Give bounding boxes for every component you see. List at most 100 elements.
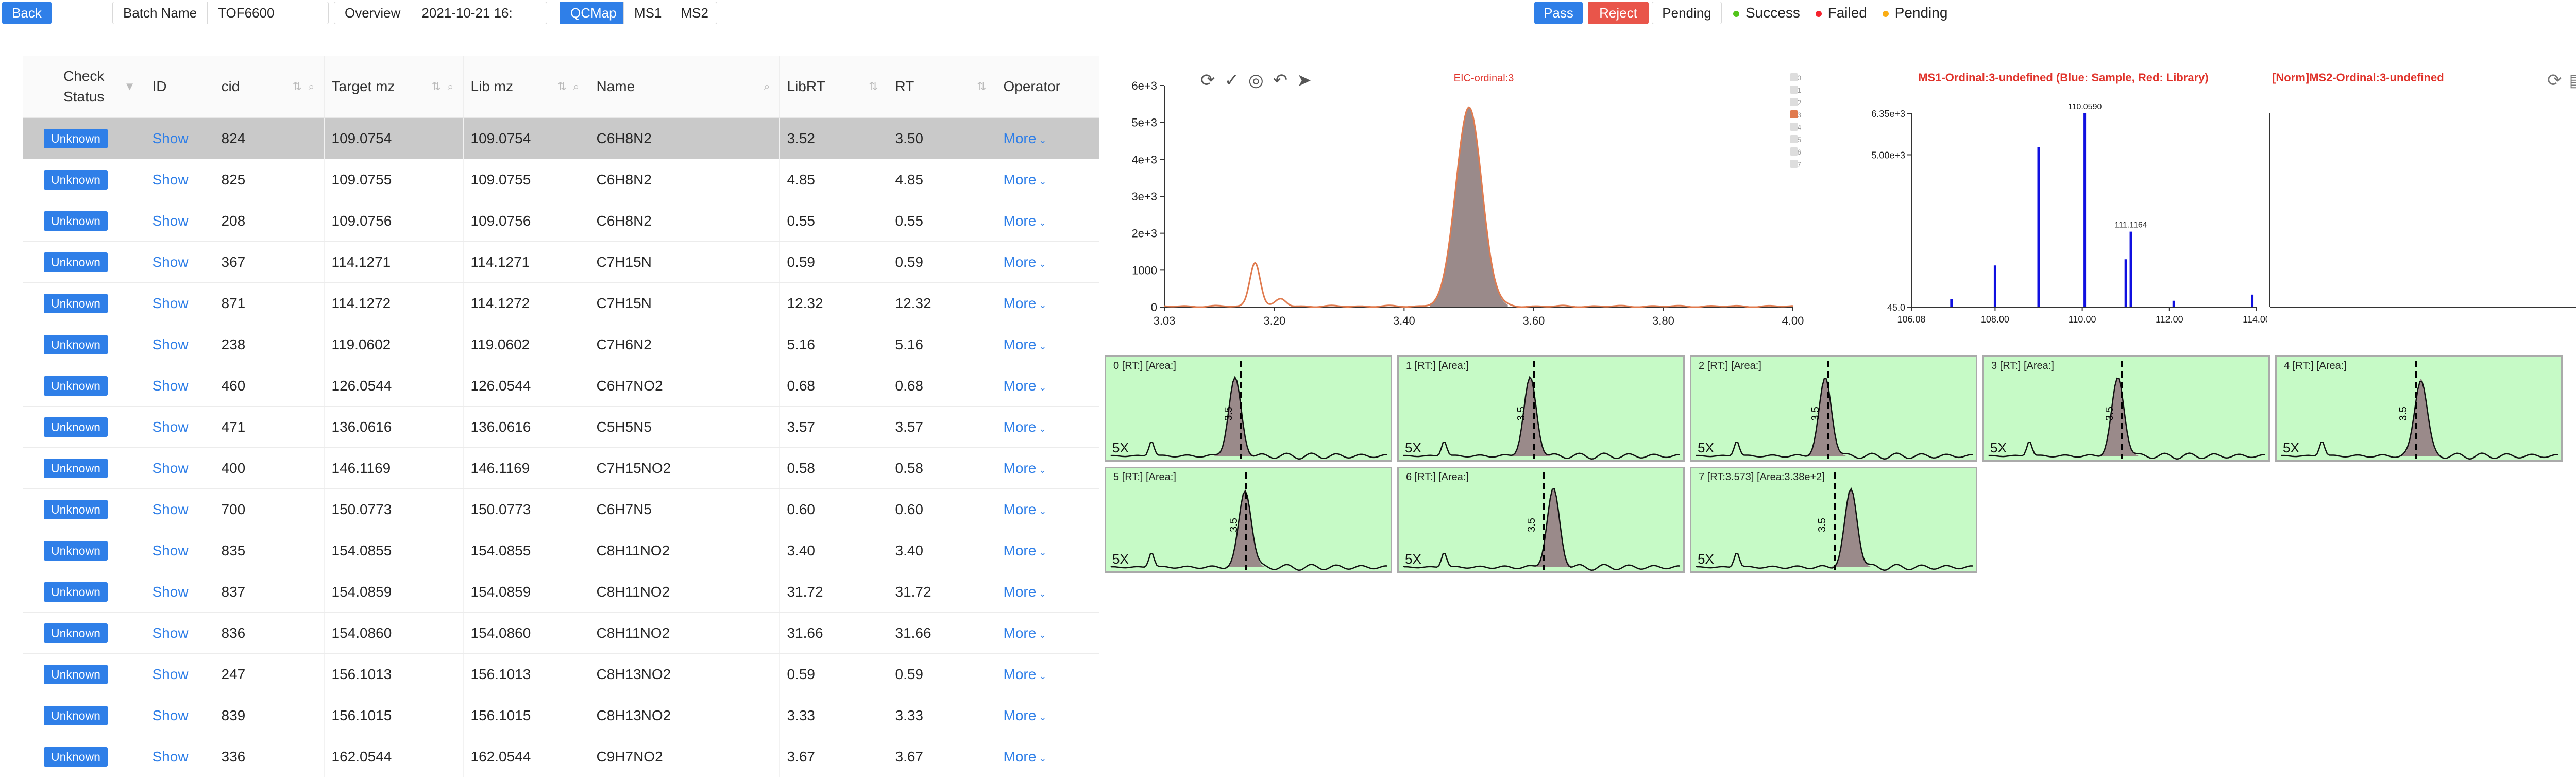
chevron-down-icon[interactable]: ⌄: [1036, 382, 1046, 393]
chevron-down-icon[interactable]: ⌄: [1036, 753, 1046, 764]
chevron-down-icon[interactable]: ⌄: [1036, 341, 1046, 351]
filter-icon[interactable]: ▼: [124, 80, 135, 93]
eic-tile[interactable]: 3.5 0 [RT:] [Area:] 5X: [1105, 355, 1392, 462]
chevron-down-icon[interactable]: ⌄: [1036, 217, 1046, 228]
show-link[interactable]: Show: [152, 707, 189, 723]
status-badge[interactable]: Unknown: [44, 499, 108, 519]
col-target-mz[interactable]: Target mz ⇅ ⌕: [324, 56, 464, 118]
status-badge[interactable]: Unknown: [44, 211, 108, 231]
check-icon[interactable]: ✓: [1225, 71, 1249, 90]
pending-button[interactable]: Pending: [1652, 2, 1722, 24]
table-row[interactable]: Unknown Show 460 126.0544 126.0544 C6H7NO2 0.6…: [23, 365, 1099, 407]
show-link[interactable]: Show: [152, 625, 189, 641]
chevron-down-icon[interactable]: ⌄: [1036, 176, 1046, 187]
eic-tile[interactable]: 3.5 3 [RT:] [Area:] 5X: [1982, 355, 2270, 462]
table-row[interactable]: Unknown Show 700 150.0773 150.0773 C6H7N5 0.60…: [23, 488, 1099, 530]
show-link[interactable]: Show: [152, 295, 189, 311]
status-badge[interactable]: Unknown: [44, 128, 108, 148]
chevron-down-icon[interactable]: ⌄: [1036, 506, 1046, 516]
chevron-down-icon[interactable]: ⌄: [1036, 259, 1046, 269]
send-icon[interactable]: ➤: [1297, 71, 1321, 90]
target-icon[interactable]: ◎: [1248, 71, 1273, 90]
table-row[interactable]: Unknown Show 208 109.0756 109.0756 C6H8N2 0.55…: [23, 200, 1099, 242]
chevron-down-icon[interactable]: ⌄: [1036, 712, 1046, 722]
table-row[interactable]: Unknown Show 825 109.0755 109.0755 C6H8N2 4.85…: [23, 159, 1099, 200]
col-librt[interactable]: LibRT ⇅: [779, 56, 888, 118]
more-link[interactable]: More: [1004, 584, 1037, 600]
chevron-down-icon[interactable]: ⌄: [1036, 630, 1046, 640]
date-select[interactable]: 2021-10-21 16:: [411, 2, 547, 24]
status-badge[interactable]: Unknown: [44, 252, 108, 272]
more-link[interactable]: More: [1004, 378, 1037, 394]
show-link[interactable]: Show: [152, 172, 189, 188]
status-badge[interactable]: Unknown: [44, 293, 108, 313]
chevron-down-icon[interactable]: ⌄: [1036, 424, 1046, 434]
back-button[interactable]: Back: [2, 2, 52, 24]
table-row[interactable]: Unknown Show 839 156.1015 156.1015 C8H13NO2 3.…: [23, 695, 1099, 736]
status-badge[interactable]: Unknown: [44, 705, 108, 725]
col-rt[interactable]: RT ⇅: [888, 56, 996, 118]
table-row[interactable]: Unknown Show 837 154.0859 154.0859 C8H11NO2 31…: [23, 571, 1099, 613]
col-lib-mz[interactable]: Lib mz ⇅ ⌕: [463, 56, 589, 118]
show-link[interactable]: Show: [152, 213, 189, 229]
sort-search-icon[interactable]: ⇅ ⌕: [293, 80, 315, 93]
status-badge[interactable]: Unknown: [44, 334, 108, 354]
eic-tile[interactable]: 3.5 2 [RT:] [Area:] 5X: [1690, 355, 1977, 462]
more-link[interactable]: More: [1004, 336, 1037, 352]
batch-name-input[interactable]: TOF6600: [208, 2, 328, 24]
status-badge[interactable]: Unknown: [44, 170, 108, 190]
more-link[interactable]: More: [1004, 666, 1037, 682]
eic-tile[interactable]: 3.5 1 [RT:] [Area:] 5X: [1397, 355, 1685, 462]
status-badge[interactable]: Unknown: [44, 623, 108, 643]
tab-qcmap[interactable]: QCMap: [560, 2, 624, 24]
more-link[interactable]: More: [1004, 419, 1037, 435]
more-link[interactable]: More: [1004, 460, 1037, 476]
overview-button[interactable]: Overview: [334, 2, 412, 24]
show-link[interactable]: Show: [152, 543, 189, 558]
table-row[interactable]: Unknown Show 400 146.1169 146.1169 C7H15NO2 0.…: [23, 447, 1099, 489]
more-link[interactable]: More: [1004, 172, 1037, 188]
more-link[interactable]: More: [1004, 130, 1037, 146]
status-badge[interactable]: Unknown: [44, 540, 108, 561]
show-link[interactable]: Show: [152, 336, 189, 352]
sort-search-icon[interactable]: ⇅ ⌕: [557, 80, 580, 93]
chevron-down-icon[interactable]: ⌄: [1036, 588, 1046, 599]
show-link[interactable]: Show: [152, 749, 189, 765]
undo-icon[interactable]: ↶: [1273, 71, 1297, 90]
show-link[interactable]: Show: [152, 419, 189, 435]
eic-tile[interactable]: 3.5 7 [RT:3.573] [Area:3.38e+2] 5X: [1690, 467, 1977, 573]
more-link[interactable]: More: [1004, 749, 1037, 765]
show-link[interactable]: Show: [152, 378, 189, 394]
table-row[interactable]: Unknown Show 871 114.1272 114.1272 C7H15N 12.3…: [23, 282, 1099, 324]
chevron-down-icon[interactable]: ⌄: [1036, 671, 1046, 681]
more-link[interactable]: More: [1004, 707, 1037, 723]
eic-tile[interactable]: 3.5 5 [RT:] [Area:] 5X: [1105, 467, 1392, 573]
table-row[interactable]: Unknown Show 836 154.0860 154.0860 C8H11NO2 31…: [23, 612, 1099, 654]
show-link[interactable]: Show: [152, 666, 189, 682]
table-row[interactable]: Unknown Show 238 119.0602 119.0602 C7H6N2 5.16…: [23, 324, 1099, 365]
reject-button[interactable]: Reject: [1588, 2, 1649, 24]
more-link[interactable]: More: [1004, 254, 1037, 270]
chevron-down-icon[interactable]: ⌄: [1036, 547, 1046, 557]
document-icon[interactable]: ▤: [2569, 71, 2576, 90]
eic-tile[interactable]: 3.5 4 [RT:] [Area:] 5X: [2275, 355, 2563, 462]
refresh-icon[interactable]: ⟳: [2547, 71, 2569, 90]
status-badge[interactable]: Unknown: [44, 664, 108, 684]
col-cid[interactable]: cid ⇅ ⌕: [214, 56, 325, 118]
more-link[interactable]: More: [1004, 625, 1037, 641]
table-row[interactable]: Unknown Show 336 162.0544 162.0544 C9H7NO2 3.6…: [23, 736, 1099, 777]
tab-ms1[interactable]: MS1: [624, 2, 671, 24]
more-link[interactable]: More: [1004, 543, 1037, 558]
sort-search-icon[interactable]: ⇅ ⌕: [432, 80, 454, 93]
more-link[interactable]: More: [1004, 213, 1037, 229]
show-link[interactable]: Show: [152, 584, 189, 600]
show-link[interactable]: Show: [152, 460, 189, 476]
status-badge[interactable]: Unknown: [44, 417, 108, 437]
eic-tile[interactable]: 3.5 6 [RT:] [Area:] 5X: [1397, 467, 1685, 573]
pass-button[interactable]: Pass: [1534, 2, 1583, 24]
more-link[interactable]: More: [1004, 501, 1037, 517]
table-row[interactable]: Unknown Show 824 109.0754 109.0754 C6H8N2 3.52…: [23, 117, 1099, 159]
status-badge[interactable]: Unknown: [44, 458, 108, 478]
status-badge[interactable]: Unknown: [44, 376, 108, 396]
col-name[interactable]: Name ⌕: [589, 56, 780, 118]
